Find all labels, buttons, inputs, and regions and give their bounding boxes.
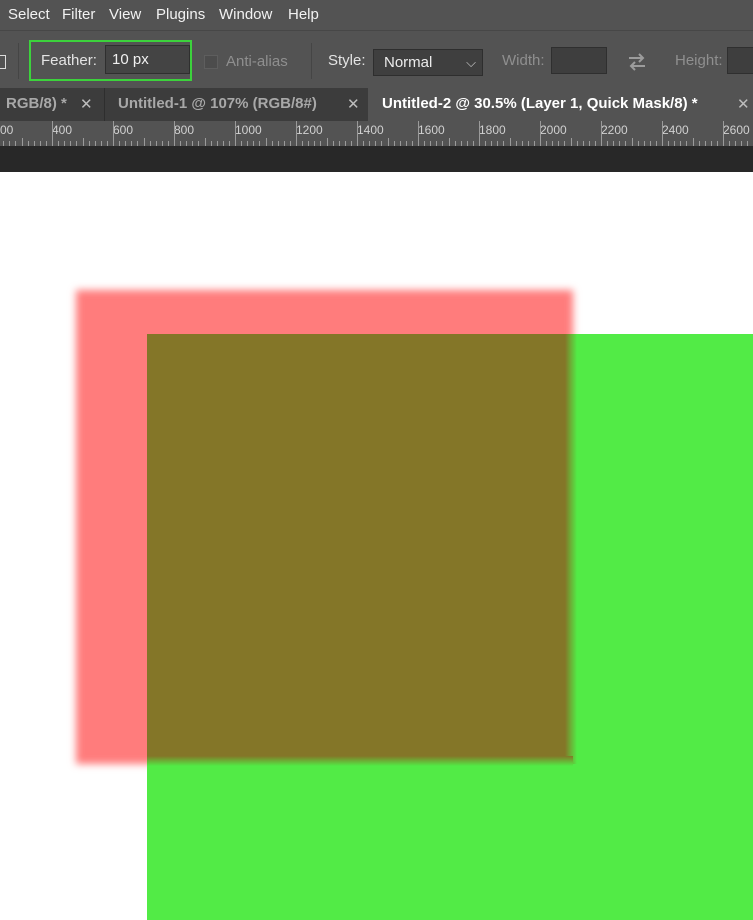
- ruler-tick: [387, 138, 389, 146]
- document-canvas[interactable]: [0, 172, 753, 920]
- ruler-label: 1400: [357, 123, 384, 137]
- menu-bar: Select Filter View Plugins Window Help: [0, 0, 753, 30]
- ruler-label: 2000: [540, 123, 567, 137]
- ruler-tick: [570, 138, 572, 146]
- height-label: Height:: [675, 52, 723, 69]
- ruler-tick: [448, 138, 450, 146]
- feather-label: Feather:: [41, 52, 97, 69]
- width-label: Width:: [502, 52, 545, 69]
- anti-alias-label: Anti-alias: [226, 53, 288, 70]
- ruler-tick: [174, 121, 175, 146]
- ruler-tick: [265, 138, 267, 146]
- style-select[interactable]: Normal ⌵: [373, 49, 483, 76]
- style-label: Style:: [328, 52, 366, 69]
- ruler-label: 2600: [723, 123, 750, 137]
- swap-arrows-icon[interactable]: [625, 50, 649, 74]
- ruler-tick: [601, 121, 602, 146]
- ruler-tick: [357, 121, 358, 146]
- horizontal-ruler[interactable]: 00 400 600 800 1000 1200 1400 1600 1800 …: [0, 121, 753, 146]
- ruler-label: 800: [174, 123, 195, 137]
- ruler-tick: [326, 138, 328, 146]
- ruler-tick: [692, 138, 694, 146]
- menu-view[interactable]: View: [109, 6, 141, 23]
- menu-filter[interactable]: Filter: [62, 6, 95, 23]
- ruler-label: 1200: [296, 123, 323, 137]
- close-icon[interactable]: ✕: [80, 95, 93, 113]
- ruler-label: 1000: [235, 123, 262, 137]
- chevron-down-icon: ⌵: [466, 55, 476, 70]
- ruler-tick: [143, 138, 145, 146]
- feather-input[interactable]: [106, 46, 189, 73]
- feather-edge: [147, 756, 573, 766]
- ruler-tick: [662, 121, 663, 146]
- tab-document-previous[interactable]: RGB/8) * ✕: [0, 88, 104, 121]
- ruler-tick: [82, 138, 84, 146]
- tab-label: Untitled-2 @ 30.5% (Layer 1, Quick Mask/…: [382, 95, 698, 112]
- ruler-tick: [52, 121, 53, 146]
- tab-label: Untitled-1 @ 107% (RGB/8#): [118, 95, 317, 112]
- ruler-tick: [235, 121, 236, 146]
- menu-window[interactable]: Window: [219, 6, 272, 23]
- ruler-tick: [21, 138, 23, 146]
- ruler-tick: [509, 138, 511, 146]
- ruler-label: 2200: [601, 123, 628, 137]
- tab-label: RGB/8) *: [6, 95, 67, 112]
- ruler-label: 2400: [662, 123, 689, 137]
- ruler-tick: [204, 138, 206, 146]
- ruler-tick: [631, 138, 633, 146]
- menu-help[interactable]: Help: [288, 6, 319, 23]
- ruler-label: 00: [0, 123, 14, 137]
- ruler-label: 1800: [479, 123, 506, 137]
- ruler-tick: [113, 121, 114, 146]
- ruler-label: 400: [52, 123, 73, 137]
- mask-overlap-area: [147, 334, 573, 764]
- ruler-label: 1600: [418, 123, 445, 137]
- width-field[interactable]: [551, 47, 607, 74]
- ruler-tick: [723, 121, 724, 146]
- close-icon[interactable]: ✕: [737, 95, 750, 113]
- menu-plugins[interactable]: Plugins: [156, 6, 205, 23]
- tab-untitled-1[interactable]: Untitled-1 @ 107% (RGB/8#) ✕: [104, 88, 368, 121]
- feather-edge: [565, 334, 577, 764]
- pasteboard: [0, 146, 753, 172]
- feather-field[interactable]: [105, 45, 190, 74]
- anti-alias-checkbox[interactable]: [204, 55, 218, 69]
- divider: [18, 43, 19, 79]
- ruler-tick: [418, 121, 419, 146]
- tab-untitled-2[interactable]: Untitled-2 @ 30.5% (Layer 1, Quick Mask/…: [368, 88, 753, 121]
- divider: [311, 43, 312, 79]
- ruler-tick: [540, 121, 541, 146]
- style-value: Normal: [384, 54, 433, 71]
- height-field[interactable]: [727, 47, 753, 74]
- menu-select[interactable]: Select: [8, 6, 50, 23]
- options-bar: Feather: Anti-alias Style: Normal ⌵ Widt…: [0, 30, 753, 89]
- selection-mode-icon[interactable]: [0, 55, 6, 69]
- document-tabs: RGB/8) * ✕ Untitled-1 @ 107% (RGB/8#) ✕ …: [0, 88, 753, 121]
- close-icon[interactable]: ✕: [347, 95, 360, 113]
- ruler-tick: [479, 121, 480, 146]
- ruler-tick: [296, 121, 297, 146]
- ruler-label: 600: [113, 123, 134, 137]
